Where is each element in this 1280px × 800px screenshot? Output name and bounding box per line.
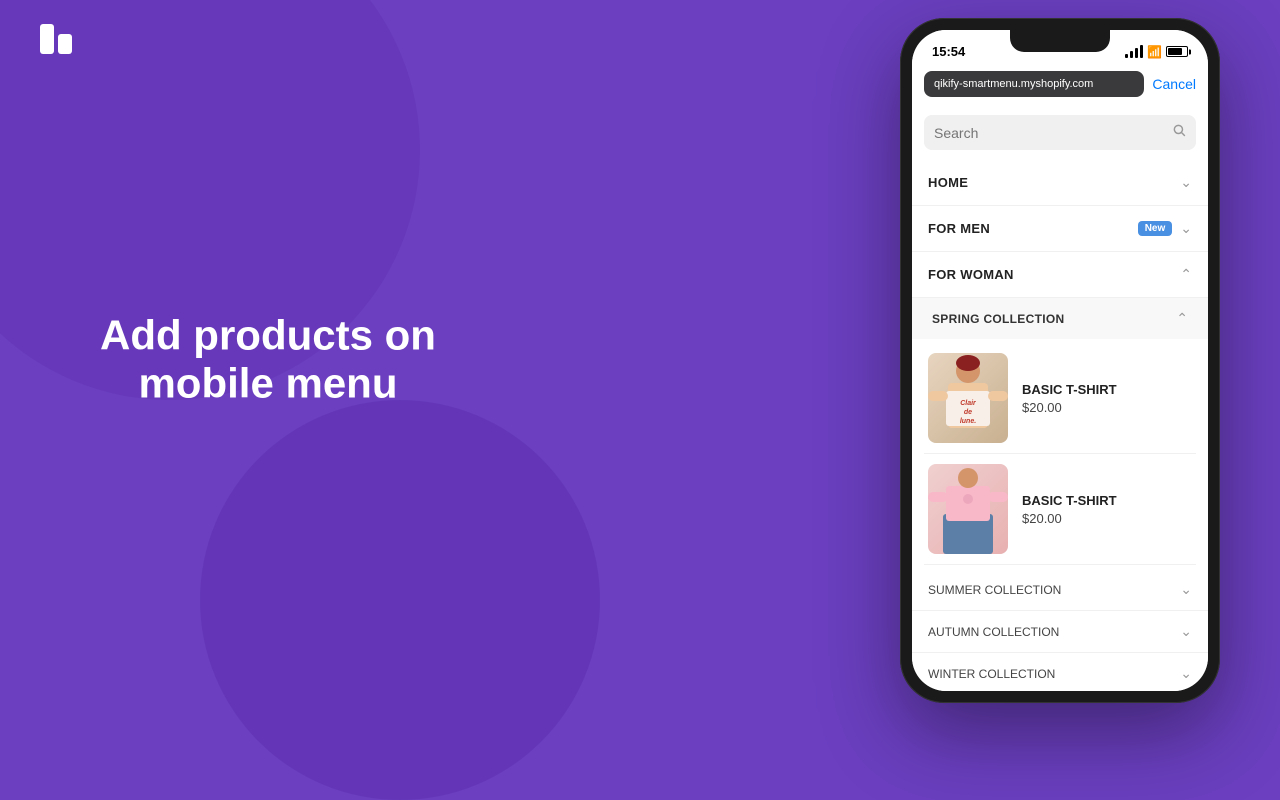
- product-card-1[interactable]: Clair de lune.: [924, 343, 1196, 454]
- chevron-up-icon: ⌃: [1176, 310, 1188, 327]
- url-bar-area: qikify-smartmenu.myshopify.com Cancel: [912, 65, 1208, 105]
- new-badge: New: [1138, 221, 1173, 236]
- search-bar[interactable]: [924, 115, 1196, 150]
- logo-bar-left: [40, 24, 54, 54]
- signal-icon: [1125, 45, 1143, 58]
- sub-collection-summer[interactable]: SUMMER COLLECTION ⌄: [912, 569, 1208, 611]
- product-price-2: $20.00: [1022, 511, 1192, 526]
- svg-text:Clair: Clair: [960, 400, 977, 407]
- cancel-button[interactable]: Cancel: [1152, 76, 1196, 92]
- menu-item-for-woman-label: FOR WOMAN: [928, 267, 1014, 282]
- product-info-1: BASIC T-SHIRT $20.00: [1022, 382, 1192, 415]
- product-list: Clair de lune.: [912, 339, 1208, 569]
- battery-icon: [1166, 46, 1188, 57]
- phone-screen: 15:54 📶 qikify-smartm: [912, 30, 1208, 691]
- sub-collection-winter-label: WINTER COLLECTION: [928, 667, 1055, 681]
- submenu-spring-header[interactable]: SPRING COLLECTION ⌃: [912, 298, 1208, 339]
- sub-collection-summer-label: SUMMER COLLECTION: [928, 583, 1061, 597]
- url-bar: qikify-smartmenu.myshopify.com: [924, 71, 1144, 97]
- menu-content[interactable]: HOME ⌄ FOR MEN New ⌄ FOR WOMAN ⌃: [912, 105, 1208, 691]
- product-card-2[interactable]: BASIC T-SHIRT $20.00: [924, 454, 1196, 565]
- menu-item-for-woman[interactable]: FOR WOMAN ⌃: [912, 252, 1208, 298]
- svg-text:lune.: lune.: [960, 418, 976, 425]
- chevron-down-icon: ⌄: [1180, 581, 1192, 598]
- product-name-1: BASIC T-SHIRT: [1022, 382, 1192, 397]
- chevron-down-icon: ⌄: [1180, 174, 1192, 191]
- product-img-svg-1: Clair de lune.: [928, 353, 1008, 443]
- status-icons: 📶: [1125, 45, 1188, 59]
- search-input[interactable]: [934, 125, 1166, 141]
- chevron-down-icon: ⌄: [1180, 665, 1192, 682]
- menu-item-for-men[interactable]: FOR MEN New ⌄: [912, 206, 1208, 252]
- status-time: 15:54: [932, 44, 965, 59]
- product-image-2: [928, 464, 1008, 554]
- hero-text: Add products on mobile menu: [100, 312, 436, 409]
- sub-collection-autumn[interactable]: AUTUMN COLLECTION ⌄: [912, 611, 1208, 653]
- chevron-up-icon: ⌃: [1180, 266, 1192, 283]
- product-image-1: Clair de lune.: [928, 353, 1008, 443]
- phone-frame: 15:54 📶 qikify-smartm: [900, 18, 1220, 703]
- product-info-2: BASIC T-SHIRT $20.00: [1022, 493, 1192, 526]
- product-price-1: $20.00: [1022, 400, 1192, 415]
- search-icon: [1172, 123, 1186, 142]
- bg-circle-2: [200, 400, 600, 800]
- submenu-spring: SPRING COLLECTION ⌃: [912, 298, 1208, 569]
- chevron-down-icon: ⌄: [1180, 623, 1192, 640]
- product-img-svg-2: [928, 464, 1008, 554]
- menu-item-home-label: HOME: [928, 175, 968, 190]
- chevron-down-icon: ⌄: [1180, 220, 1192, 237]
- svg-text:de: de: [964, 409, 972, 416]
- logo-bar-right: [58, 34, 72, 54]
- submenu-spring-label: SPRING COLLECTION: [932, 312, 1064, 326]
- sub-collection-autumn-label: AUTUMN COLLECTION: [928, 625, 1059, 639]
- menu-item-for-men-label: FOR MEN: [928, 221, 990, 236]
- product-name-2: BASIC T-SHIRT: [1022, 493, 1192, 508]
- phone-mockup: 15:54 📶 qikify-smartm: [900, 18, 1220, 703]
- menu-item-home[interactable]: HOME ⌄: [912, 160, 1208, 206]
- sub-collection-winter[interactable]: WINTER COLLECTION ⌄: [912, 653, 1208, 691]
- wifi-icon: 📶: [1147, 45, 1162, 59]
- phone-notch: [1010, 30, 1110, 52]
- logo: [40, 24, 72, 54]
